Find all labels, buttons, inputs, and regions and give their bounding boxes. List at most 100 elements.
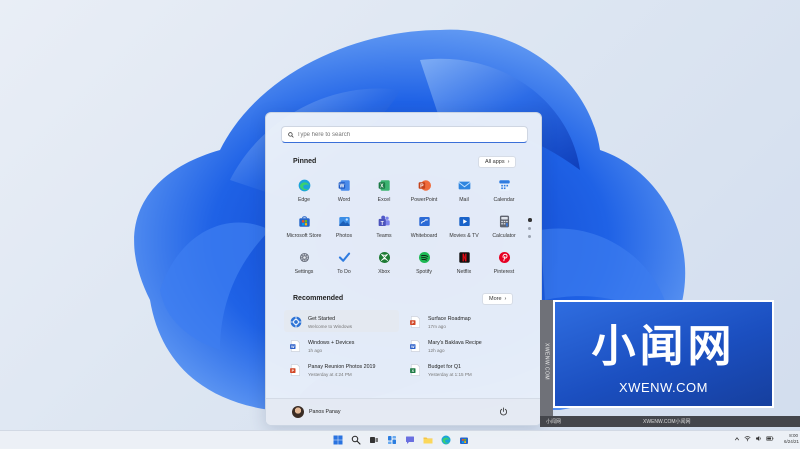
watermark-chinese-text: 小闻网 <box>591 321 736 372</box>
pinned-app-to-do[interactable]: To Do <box>324 248 364 284</box>
recommended-item-budget-q1[interactable]: X Budget for Q1 Yesterday at 1:15 PM <box>409 358 529 382</box>
excel-file-icon: X <box>410 364 420 376</box>
edge-icon <box>298 179 310 192</box>
calendar-icon <box>498 180 510 191</box>
recommended-item-get-started[interactable]: Get Started Welcome to Windows <box>284 310 409 334</box>
pinned-app-edge[interactable]: Edge <box>284 176 324 212</box>
taskbar-widgets-button[interactable] <box>386 434 398 446</box>
pinned-page-indicator[interactable] <box>528 218 532 243</box>
recommended-item-title: Mary's Baklava Recipe <box>428 339 482 346</box>
excel-icon: X <box>378 180 390 191</box>
chevron-right-icon: › <box>504 296 507 302</box>
pinned-app-label: Calculator <box>492 233 516 239</box>
search-box[interactable] <box>281 126 528 143</box>
teams-icon: T <box>378 215 390 227</box>
chevron-up-icon[interactable] <box>734 436 740 442</box>
pinned-app-netflix[interactable]: Netflix <box>444 248 484 284</box>
page-dot[interactable] <box>528 226 531 230</box>
taskbar-app-icons <box>332 434 470 446</box>
pinned-app-pinterest[interactable]: Pinterest <box>484 248 524 284</box>
mail-icon <box>457 181 471 190</box>
pinned-app-calendar[interactable]: Calendar <box>484 176 524 212</box>
recommended-item-reunion-photos[interactable]: P Panay Reunion Photos 2019 Yesterday at … <box>289 358 409 382</box>
clock-date: 6/24/21 <box>784 439 800 444</box>
recommended-item-subtitle: Yesterday at 4:24 PM <box>308 371 352 377</box>
todo-icon <box>338 252 350 262</box>
pinned-title: Pinned <box>293 158 317 165</box>
power-icon[interactable] <box>499 407 508 416</box>
pinned-app-label: Teams <box>376 233 392 239</box>
pinned-app-mail[interactable]: Mail <box>444 176 484 212</box>
store-icon <box>298 216 310 227</box>
page-dot-active[interactable] <box>528 218 532 222</box>
pinned-app-label: To Do <box>337 269 351 275</box>
pinned-app-label: Settings <box>294 269 314 275</box>
word-icon: W <box>338 180 350 191</box>
watermark-footer-left: 小闻网 <box>546 419 562 425</box>
avatar <box>292 406 304 418</box>
svg-text:W: W <box>339 183 344 189</box>
taskbar-chat-button[interactable] <box>404 434 416 446</box>
pinned-app-movies-tv[interactable]: Movies & TV <box>444 212 484 248</box>
battery-icon[interactable] <box>766 435 774 442</box>
whiteboard-icon <box>418 216 430 227</box>
pinned-app-powerpoint[interactable]: P PowerPoint <box>404 176 444 212</box>
svg-text:X: X <box>380 183 384 189</box>
watermark-vertical-text: XWENW.COM <box>543 342 550 380</box>
recommended-item-subtitle: Welcome to Windows <box>308 323 353 329</box>
wifi-icon[interactable] <box>744 435 751 442</box>
watermark-footer-right: XWENW.COM小闻网 <box>643 419 691 425</box>
search-input[interactable] <box>297 131 517 138</box>
pinned-app-label: Word <box>337 197 351 203</box>
recommended-item-baklava-recipe[interactable]: W Mary's Baklava Recipe 12h ago <box>409 334 529 358</box>
file-explorer-icon <box>423 437 433 444</box>
word-file-icon: W <box>410 340 420 352</box>
pinned-app-xbox[interactable]: Xbox <box>364 248 404 284</box>
pinned-app-settings[interactable]: Settings <box>284 248 324 284</box>
recommended-item-surface-roadmap[interactable]: P Surface Roadmap 17m ago <box>409 310 529 334</box>
powerpoint-file-icon: P <box>290 364 300 376</box>
pinned-apps-grid: Edge W Word X Excel P PowerPoint Mail Ca… <box>284 176 524 284</box>
taskbar-clock[interactable]: 8:00 6/24/21 <box>784 433 800 445</box>
volume-icon[interactable] <box>755 435 762 442</box>
watermark-domain-text: XWENW.COM <box>619 380 708 395</box>
watermark-footer-bar: 小闻网 XWENW.COM小闻网 <box>540 416 800 427</box>
photos-icon <box>338 216 350 227</box>
system-tray[interactable] <box>734 435 774 442</box>
pinned-app-calculator[interactable]: Calculator <box>484 212 524 248</box>
page-dot[interactable] <box>528 234 531 238</box>
svg-text:P: P <box>420 183 424 189</box>
taskbar-file-explorer-button[interactable] <box>422 434 434 446</box>
recommended-item-windows-devices[interactable]: W Windows + Devices 1h ago <box>289 334 409 358</box>
pinned-app-spotify[interactable]: Spotify <box>404 248 444 284</box>
pinterest-icon <box>498 251 510 264</box>
recommended-item-title: Panay Reunion Photos 2019 <box>308 363 376 370</box>
user-account-button[interactable]: Panos Panay <box>292 406 341 418</box>
taskbar-edge-button[interactable] <box>440 434 452 446</box>
pinned-app-teams[interactable]: T Teams <box>364 212 404 248</box>
all-apps-button[interactable]: All apps › <box>478 156 517 168</box>
user-name: Panos Panay <box>309 409 341 415</box>
recommended-title: Recommended <box>293 295 344 302</box>
taskbar-store-button[interactable] <box>458 434 470 446</box>
recommended-item-title: Windows + Devices <box>308 339 355 346</box>
pinned-app-excel[interactable]: X Excel <box>364 176 404 212</box>
edge-icon <box>441 435 451 445</box>
spotify-icon <box>418 251 430 264</box>
pinned-app-photos[interactable]: Photos <box>324 212 364 248</box>
pinned-app-label: Photos <box>335 233 353 239</box>
pinned-app-whiteboard[interactable]: Whiteboard <box>404 212 444 248</box>
pinned-app-label: PowerPoint <box>410 197 438 203</box>
taskbar-start-button[interactable] <box>332 434 344 446</box>
more-label: More <box>489 296 502 302</box>
pinned-app-label: Netflix <box>456 269 472 275</box>
more-button[interactable]: More › <box>482 293 514 305</box>
chevron-right-icon: › <box>507 159 510 165</box>
taskbar-search-button[interactable] <box>350 434 362 446</box>
pinned-app-label: Calendar <box>493 197 515 203</box>
recommended-item-subtitle: Yesterday at 1:15 PM <box>428 371 472 377</box>
recommended-item-subtitle: 17m ago <box>428 323 446 329</box>
pinned-app-microsoft-store[interactable]: Microsoft Store <box>284 212 324 248</box>
taskbar-task-view-button[interactable] <box>368 434 380 446</box>
pinned-app-word[interactable]: W Word <box>324 176 364 212</box>
